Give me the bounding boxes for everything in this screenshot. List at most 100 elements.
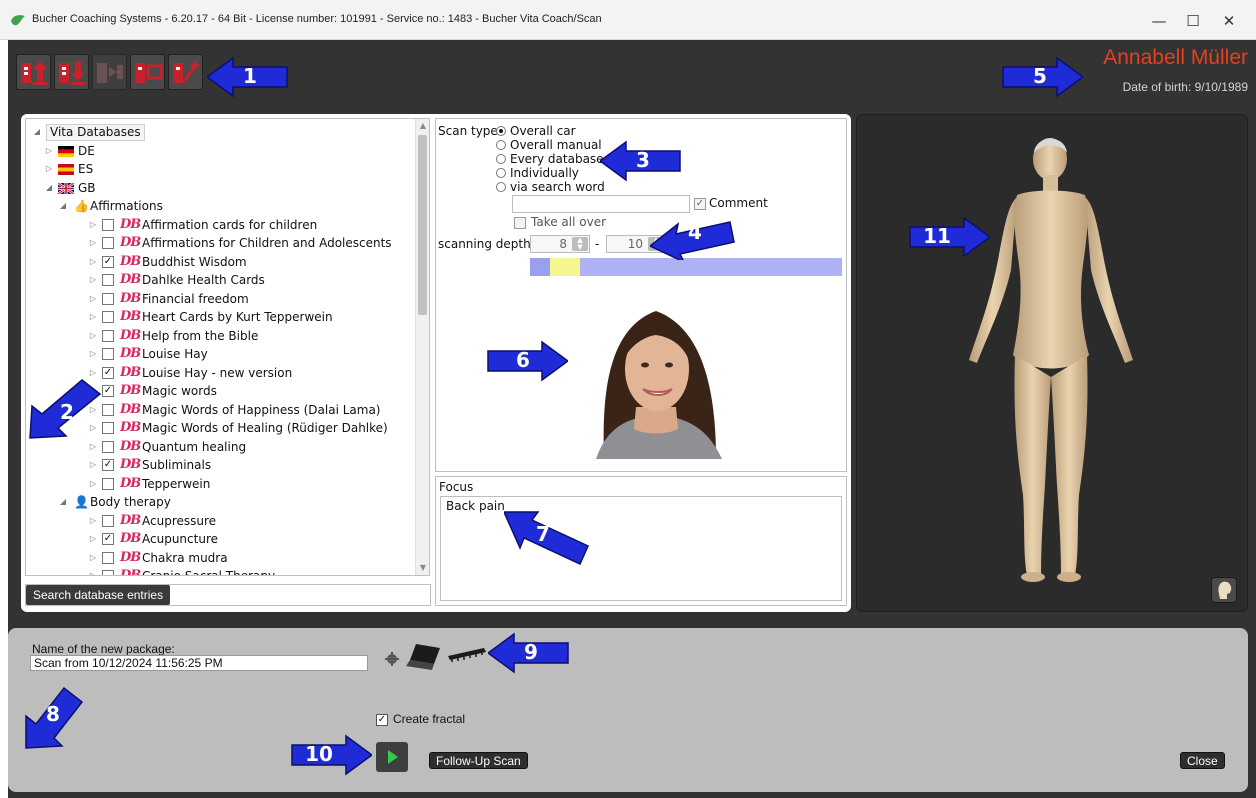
follow-up-scan-button[interactable]: Follow-Up Scan bbox=[429, 752, 528, 769]
item-checkbox[interactable] bbox=[102, 440, 114, 453]
collapse-arrow-icon[interactable]: ◢ bbox=[58, 493, 68, 511]
expand-arrow-icon[interactable]: ▷ bbox=[88, 345, 98, 363]
scroll-up-icon[interactable]: ▲ bbox=[417, 120, 429, 132]
tree-item-label: Louise Hay - new version bbox=[142, 365, 293, 380]
radio-search-word[interactable]: via search word bbox=[496, 180, 605, 194]
item-checkbox[interactable] bbox=[102, 570, 114, 575]
expand-arrow-icon[interactable]: ▷ bbox=[88, 290, 98, 308]
depth-range-bar[interactable] bbox=[530, 258, 842, 276]
tree-item[interactable]: ▷ DB Cranio Sacral Therapy bbox=[26, 567, 416, 575]
tree-item[interactable]: ▷ DB Dahlke Health Cards bbox=[26, 271, 416, 289]
expand-arrow-icon[interactable]: ▷ bbox=[88, 308, 98, 326]
expand-arrow-icon[interactable]: ▷ bbox=[88, 567, 98, 575]
collapse-arrow-icon[interactable]: ◢ bbox=[44, 179, 54, 197]
take-all-over-checkbox[interactable] bbox=[514, 217, 526, 229]
tree-item[interactable]: ▷ DB Heart Cards by Kurt Tepperwein bbox=[26, 308, 416, 326]
upload-data-button[interactable] bbox=[16, 54, 51, 90]
item-checkbox[interactable] bbox=[102, 311, 114, 323]
db-icon: DB bbox=[120, 401, 141, 417]
expand-arrow-icon[interactable]: ▷ bbox=[88, 512, 98, 530]
radio-individually[interactable]: Individually bbox=[496, 166, 579, 180]
chip-icon[interactable] bbox=[446, 646, 488, 662]
tree-scrollbar[interactable]: ▲ ▼ bbox=[415, 119, 429, 575]
depth-from-spinner[interactable]: 8 ▲ ▼ bbox=[530, 235, 590, 253]
expand-arrow-icon[interactable]: ▷ bbox=[88, 271, 98, 289]
expand-arrow-icon[interactable]: ▷ bbox=[44, 142, 54, 160]
item-checkbox[interactable] bbox=[102, 422, 114, 434]
search-database-button[interactable]: Search database entries bbox=[26, 585, 171, 605]
scan-panel: ◢ Vita Databases ▷ DE ▷ ES ◢ GB ◢ 👍 Affirmations ▷ D… bbox=[21, 114, 851, 612]
tree-country-de[interactable]: ▷ DE bbox=[26, 142, 416, 160]
radio-every-database[interactable]: Every database bbox=[496, 152, 604, 166]
tree-item[interactable]: ▷ DB Affirmation cards for children bbox=[26, 216, 416, 234]
item-checkbox[interactable]: ✓ bbox=[102, 255, 114, 268]
item-checkbox[interactable] bbox=[102, 292, 114, 305]
tree-item[interactable]: ▷ DB Chakra mudra bbox=[26, 549, 416, 567]
tree-country-es[interactable]: ▷ ES bbox=[26, 160, 416, 178]
tree-group-affirmations[interactable]: ◢ 👍 Affirmations bbox=[26, 197, 416, 215]
tree-item[interactable]: ▷ DB Louise Hay bbox=[26, 345, 416, 363]
settings-tool-button[interactable] bbox=[168, 54, 203, 90]
tree-group-body-therapy[interactable]: ◢ 👤 Body therapy bbox=[26, 493, 416, 511]
tree-item[interactable]: ▷ ✓ DB Subliminals bbox=[26, 456, 416, 474]
expand-arrow-icon[interactable]: ▷ bbox=[88, 216, 98, 234]
tree-item[interactable]: ▷ DB Tepperwein bbox=[26, 475, 416, 493]
item-checkbox[interactable] bbox=[102, 218, 114, 231]
item-checkbox[interactable]: ✓ bbox=[102, 459, 114, 471]
item-checkbox[interactable] bbox=[102, 348, 114, 360]
radio-overall-manual[interactable]: Overall manual bbox=[496, 138, 602, 152]
tree-root[interactable]: ◢ Vita Databases bbox=[26, 123, 416, 141]
item-checkbox[interactable] bbox=[102, 329, 114, 342]
expand-arrow-icon[interactable]: ▷ bbox=[88, 253, 98, 271]
callout-8: 8 bbox=[22, 684, 84, 752]
comment-checkbox[interactable]: ✓ bbox=[694, 198, 706, 210]
tree-item[interactable]: ▷ DB Financial freedom bbox=[26, 290, 416, 308]
collapse-arrow-icon[interactable]: ◢ bbox=[32, 123, 42, 141]
scroll-thumb[interactable] bbox=[418, 135, 427, 315]
expand-arrow-icon[interactable]: ▷ bbox=[88, 327, 98, 345]
close-button[interactable]: Close bbox=[1180, 752, 1225, 769]
expand-arrow-icon[interactable]: ▷ bbox=[88, 549, 98, 567]
database-tree[interactable]: ◢ Vita Databases ▷ DE ▷ ES ◢ GB ◢ 👍 Affirmations ▷ D… bbox=[25, 118, 430, 576]
item-checkbox[interactable] bbox=[102, 237, 114, 249]
callout-6: 6 bbox=[486, 340, 568, 382]
item-checkbox[interactable]: ✓ bbox=[102, 533, 114, 545]
scan-type-label: Scan type bbox=[438, 124, 498, 138]
tree-item[interactable]: ▷ ✓ DB Buddhist Wisdom bbox=[26, 253, 416, 271]
item-checkbox[interactable] bbox=[102, 274, 114, 286]
item-checkbox[interactable] bbox=[102, 403, 114, 416]
item-checkbox[interactable] bbox=[102, 477, 114, 490]
spinner-arrows-icon[interactable]: ▲▼ bbox=[572, 237, 588, 251]
expand-arrow-icon[interactable]: ▷ bbox=[88, 475, 98, 493]
expand-arrow-icon[interactable]: ▷ bbox=[44, 160, 54, 178]
tree-item[interactable]: ▷ DB Acupressure bbox=[26, 512, 416, 530]
tree-item-label: Heart Cards by Kurt Tepperwein bbox=[142, 310, 333, 324]
item-checkbox[interactable]: ✓ bbox=[102, 366, 114, 379]
tree-item[interactable]: ▷ DB Help from the Bible bbox=[26, 327, 416, 345]
item-checkbox[interactable] bbox=[102, 551, 114, 564]
body-view-toggle-button[interactable] bbox=[1211, 577, 1237, 603]
scroll-down-icon[interactable]: ▼ bbox=[417, 562, 429, 574]
gear-icon[interactable] bbox=[385, 652, 399, 666]
tree-item[interactable]: ▷ ✓ DB Acupuncture bbox=[26, 530, 416, 548]
expand-arrow-icon[interactable]: ▷ bbox=[88, 530, 98, 548]
upload-icon bbox=[21, 61, 47, 85]
focus-textarea[interactable]: Back pain bbox=[440, 496, 842, 601]
tree-item[interactable]: ▷ DB Affirmations for Children and Adolesc… bbox=[26, 234, 416, 252]
expand-arrow-icon[interactable]: ▷ bbox=[88, 456, 98, 474]
start-scan-button[interactable] bbox=[376, 742, 408, 772]
close-window-button[interactable]: ✕ bbox=[1206, 8, 1252, 34]
download-data-button[interactable] bbox=[54, 54, 89, 90]
laptop-icon[interactable] bbox=[406, 642, 442, 674]
package-name-input[interactable]: Scan from 10/12/2024 11:56:25 PM bbox=[30, 655, 368, 671]
device-button[interactable] bbox=[130, 54, 165, 90]
radio-overall-car[interactable]: Overall car bbox=[496, 124, 576, 138]
item-checkbox[interactable]: ✓ bbox=[102, 385, 114, 397]
body-model[interactable] bbox=[857, 115, 1247, 611]
expand-arrow-icon[interactable]: ▷ bbox=[88, 234, 98, 252]
tree-country-gb[interactable]: ◢ GB bbox=[26, 179, 416, 197]
item-checkbox[interactable] bbox=[102, 514, 114, 527]
collapse-arrow-icon[interactable]: ◢ bbox=[58, 197, 68, 215]
create-fractal-checkbox[interactable]: ✓ bbox=[376, 714, 388, 726]
transfer-button[interactable] bbox=[92, 54, 127, 90]
